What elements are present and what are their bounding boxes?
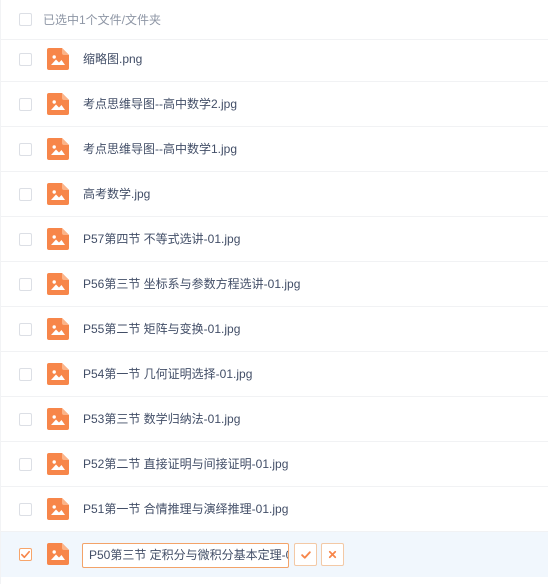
file-name[interactable]: 考点思维导图--高中数学1.jpg xyxy=(83,142,237,156)
row-checkbox[interactable] xyxy=(19,323,32,336)
file-row[interactable]: P54第一节 几何证明选择-01.jpg xyxy=(1,352,548,397)
row-checkbox-checked[interactable] xyxy=(19,548,32,561)
file-name[interactable]: P57第四节 不等式选讲-01.jpg xyxy=(83,232,240,246)
file-list-panel: 已选中1个文件/文件夹 缩略图.png 考点思维导图--高中数学2.jpg 考点思维… xyxy=(0,0,548,584)
file-name[interactable]: 考点思维导图--高中数学2.jpg xyxy=(83,97,237,111)
file-row[interactable]: P56第三节 坐标系与参数方程选讲-01.jpg xyxy=(1,262,548,307)
file-row[interactable]: P53第三节 数学归纳法-01.jpg xyxy=(1,397,548,442)
image-file-icon xyxy=(47,363,69,385)
file-row[interactable]: P57第四节 不等式选讲-01.jpg xyxy=(1,217,548,262)
row-checkbox[interactable] xyxy=(19,98,32,111)
image-file-icon xyxy=(47,318,69,340)
row-checkbox[interactable] xyxy=(19,368,32,381)
image-file-icon xyxy=(47,273,69,295)
image-file-icon xyxy=(47,228,69,250)
file-name[interactable]: P52第二节 直接证明与间接证明-01.jpg xyxy=(83,457,288,471)
file-name[interactable]: 缩略图.png xyxy=(83,52,142,66)
image-file-icon xyxy=(47,93,69,115)
image-file-icon xyxy=(47,543,69,565)
row-checkbox[interactable] xyxy=(19,188,32,201)
row-checkbox[interactable] xyxy=(19,53,32,66)
row-checkbox[interactable] xyxy=(19,278,32,291)
file-row[interactable]: 考点思维导图--高中数学2.jpg xyxy=(1,82,548,127)
file-row[interactable]: P52第二节 直接证明与间接证明-01.jpg xyxy=(1,442,548,487)
file-row[interactable]: 缩略图.png xyxy=(1,37,548,82)
rename-input[interactable]: P50第三节 定积分与微积分基本定理-01.jpg xyxy=(82,543,289,568)
row-checkbox[interactable] xyxy=(19,458,32,471)
list-header: 已选中1个文件/文件夹 xyxy=(1,0,548,40)
close-icon xyxy=(328,550,337,559)
cancel-rename-button[interactable] xyxy=(321,543,344,566)
check-icon xyxy=(300,550,311,559)
row-checkbox[interactable] xyxy=(19,233,32,246)
file-name[interactable]: P54第一节 几何证明选择-01.jpg xyxy=(83,367,252,381)
row-checkbox[interactable] xyxy=(19,413,32,426)
file-name[interactable]: P56第三节 坐标系与参数方程选讲-01.jpg xyxy=(83,277,300,291)
file-name[interactable]: P51第一节 合情推理与演绎推理-01.jpg xyxy=(83,502,288,516)
checkmark-icon xyxy=(21,550,30,559)
row-checkbox[interactable] xyxy=(19,503,32,516)
image-file-icon xyxy=(47,408,69,430)
file-name[interactable]: P53第三节 数学归纳法-01.jpg xyxy=(83,412,240,426)
file-row-editing[interactable]: P50第三节 定积分与微积分基本定理-01.jpg xyxy=(1,532,548,577)
file-row[interactable]: 考点思维导图--高中数学1.jpg xyxy=(1,127,548,172)
file-name[interactable]: 高考数学.jpg xyxy=(83,187,150,201)
file-row[interactable]: P51第一节 合情推理与演绎推理-01.jpg xyxy=(1,487,548,532)
row-checkbox[interactable] xyxy=(19,143,32,156)
image-file-icon xyxy=(47,183,69,205)
select-all-checkbox[interactable] xyxy=(19,13,32,26)
image-file-icon xyxy=(47,453,69,475)
image-file-icon xyxy=(47,498,69,520)
selection-count-text: 已选中1个文件/文件夹 xyxy=(43,13,162,27)
confirm-rename-button[interactable] xyxy=(294,543,317,566)
file-name[interactable]: P55第二节 矩阵与变换-01.jpg xyxy=(83,322,240,336)
file-row[interactable]: 高考数学.jpg xyxy=(1,172,548,217)
file-row[interactable]: P55第二节 矩阵与变换-01.jpg xyxy=(1,307,548,352)
image-file-icon xyxy=(47,138,69,160)
image-file-icon xyxy=(47,48,69,70)
